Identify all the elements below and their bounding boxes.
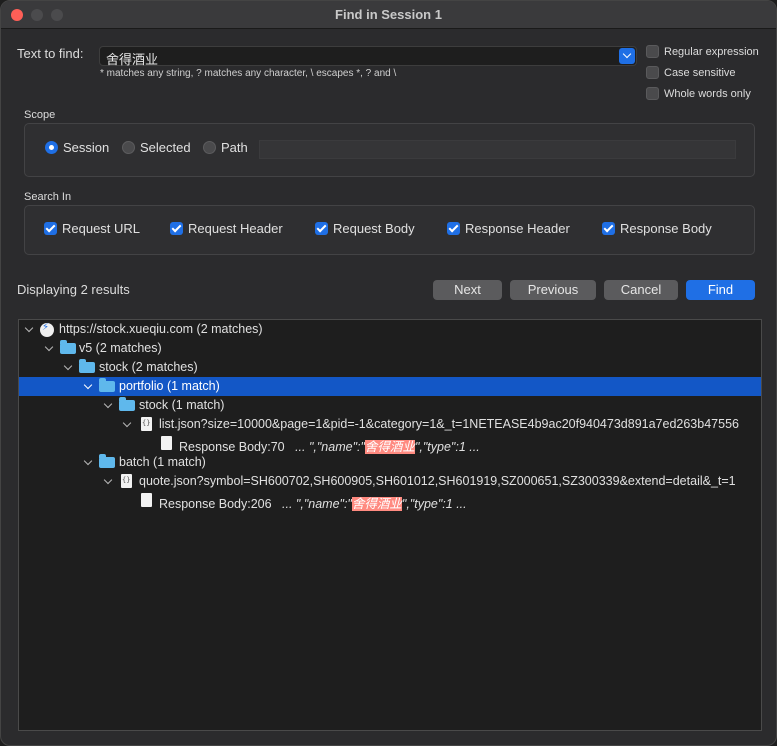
scope-session-radio[interactable]: Session — [45, 140, 109, 155]
regex-label: Regular expression — [664, 46, 759, 58]
folder-icon — [99, 454, 115, 468]
stock-inner-label: stock (1 match) — [139, 398, 225, 412]
chevron-down-icon[interactable] — [122, 418, 132, 428]
tree-row-quote-json[interactable]: quote.json?symbol=SH600702,SH600905,SH60… — [19, 472, 761, 491]
request-url-checkbox[interactable]: Request URL — [44, 221, 140, 236]
case-label: Case sensitive — [664, 67, 736, 79]
scope-title: Scope — [24, 109, 56, 121]
path-label: Path — [221, 140, 248, 155]
window-title: Find in Session 1 — [335, 7, 442, 22]
batch-label: batch (1 match) — [119, 455, 206, 469]
find-label: Text to find: — [17, 46, 84, 61]
request-url-label: Request URL — [62, 221, 141, 236]
tree-row-portfolio[interactable]: portfolio (1 match) — [19, 377, 761, 396]
v5-label: v5 (2 matches) — [79, 341, 162, 355]
scope-path-radio[interactable]: Path — [203, 140, 248, 155]
match-prefix: Response Body:206 — [159, 497, 272, 511]
scope-selected-radio[interactable]: Selected — [122, 140, 191, 155]
find-hint: * matches any string, ? matches any char… — [100, 68, 397, 79]
tree-row-host[interactable]: https://stock.xueqiu.com (2 matches) — [19, 320, 761, 339]
checkbox-icon[interactable] — [646, 45, 659, 58]
response-header-label: Response Header — [465, 221, 570, 236]
checkbox-icon[interactable] — [646, 87, 659, 100]
host-icon — [40, 322, 54, 337]
find-button[interactable]: Find — [686, 280, 755, 300]
tree-row-v5[interactable]: v5 (2 matches) — [19, 339, 761, 358]
json-file-icon — [121, 474, 132, 488]
chevron-down-icon[interactable] — [103, 475, 113, 485]
tree-row-stock[interactable]: stock (2 matches) — [19, 358, 761, 377]
request-header-checkbox[interactable]: Request Header — [170, 221, 283, 236]
tree-row-match-1[interactable]: Response Body:70 ... ","name":"舍得酒业","ty… — [19, 434, 761, 454]
chevron-down-icon[interactable] — [63, 361, 73, 371]
session-label: Session — [63, 140, 110, 155]
search-in-title: Search In — [24, 191, 72, 203]
request-body-checkbox[interactable]: Request Body — [315, 221, 415, 236]
checkbox-icon[interactable] — [646, 66, 659, 79]
results-tree[interactable]: https://stock.xueqiu.com (2 matches) v5 … — [18, 319, 762, 731]
json-file-icon — [141, 417, 152, 431]
checkmark-icon[interactable] — [447, 222, 460, 235]
case-sensitive-checkbox[interactable]: Case sensitive — [646, 66, 736, 79]
radio-on-icon[interactable] — [45, 141, 58, 154]
find-window: Find in Session 1 Text to find: 舍得酒业 * m… — [0, 0, 777, 746]
radio-off-icon[interactable] — [122, 141, 135, 154]
host-label: https://stock.xueqiu.com (2 matches) — [59, 322, 263, 336]
checkmark-icon[interactable] — [315, 222, 328, 235]
chevron-down-icon[interactable] — [103, 399, 113, 409]
list-file-label: list.json?size=10000&page=1&pid=-1&categ… — [159, 417, 739, 431]
checkmark-icon[interactable] — [170, 222, 183, 235]
quote-file-label: quote.json?symbol=SH600702,SH600905,SH60… — [139, 474, 736, 488]
folder-icon — [79, 359, 95, 373]
find-combo[interactable]: 舍得酒业 — [99, 46, 637, 68]
match-highlight: 舍得酒业 — [351, 497, 402, 511]
whole-words-checkbox[interactable]: Whole words only — [646, 87, 751, 100]
chevron-down-icon[interactable] — [83, 456, 93, 466]
match-prefix: Response Body:70 — [179, 440, 285, 454]
results-status: Displaying 2 results — [17, 282, 130, 297]
find-input[interactable]: 舍得酒业 — [106, 49, 158, 68]
previous-button[interactable]: Previous — [510, 280, 596, 300]
portfolio-label: portfolio (1 match) — [119, 379, 220, 393]
regex-checkbox[interactable]: Regular expression — [646, 45, 759, 58]
chevron-down-icon[interactable] — [44, 342, 54, 352]
whole-words-label: Whole words only — [664, 88, 751, 100]
path-input[interactable] — [259, 140, 736, 159]
next-button[interactable]: Next — [433, 280, 502, 300]
match-after: ","type":1 ... — [414, 440, 480, 454]
folder-icon — [119, 397, 135, 411]
checkmark-icon[interactable] — [602, 222, 615, 235]
match-before: ... ","name":" — [295, 440, 365, 454]
cancel-button[interactable]: Cancel — [604, 280, 678, 300]
chevron-down-icon[interactable] — [24, 323, 34, 333]
match-after: ","type":1 ... — [401, 497, 467, 511]
tree-row-stock-inner[interactable]: stock (1 match) — [19, 396, 761, 415]
match-highlight: 舍得酒业 — [364, 440, 415, 454]
document-icon — [141, 493, 152, 507]
response-body-label: Response Body — [620, 221, 712, 236]
document-icon — [161, 436, 172, 450]
radio-off-icon[interactable] — [203, 141, 216, 154]
folder-icon — [60, 340, 76, 354]
tree-row-batch[interactable]: batch (1 match) — [19, 453, 761, 472]
match-line: Response Body:206 ... ","name":"舍得酒业","t… — [159, 493, 467, 512]
chevron-down-icon[interactable] — [83, 380, 93, 390]
request-header-label: Request Header — [188, 221, 283, 236]
request-body-label: Request Body — [333, 221, 415, 236]
stock-label: stock (2 matches) — [99, 360, 198, 374]
tree-row-list-json[interactable]: list.json?size=10000&page=1&pid=-1&categ… — [19, 415, 761, 434]
selected-label: Selected — [140, 140, 191, 155]
tree-row-match-2[interactable]: Response Body:206 ... ","name":"舍得酒业","t… — [19, 491, 761, 512]
folder-icon — [99, 378, 115, 392]
response-header-checkbox[interactable]: Response Header — [447, 221, 570, 236]
match-before: ... ","name":" — [282, 497, 352, 511]
checkmark-icon[interactable] — [44, 222, 57, 235]
title-bar: Find in Session 1 — [1, 1, 776, 29]
response-body-checkbox[interactable]: Response Body — [602, 221, 712, 236]
chevron-down-icon[interactable] — [619, 48, 635, 64]
